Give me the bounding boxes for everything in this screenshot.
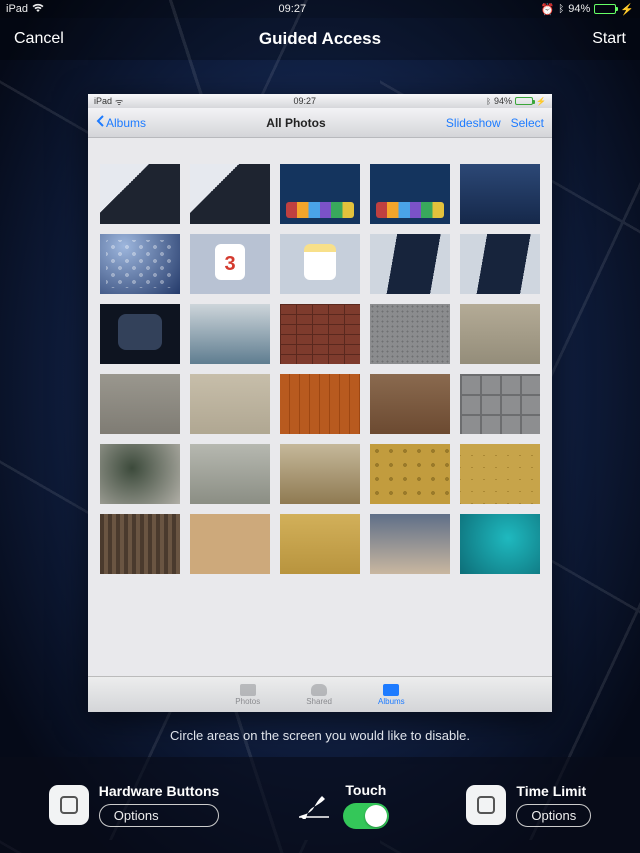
timelimit-label: Time Limit [516,783,591,799]
bottom-control-bar: Hardware Buttons Options Touch Time Limi… [0,757,640,853]
photo-thumbnail[interactable] [190,234,270,294]
charging-icon: ⚡ [620,3,634,16]
home-button-icon [477,796,495,814]
back-label: Albums [106,116,146,130]
touch-toggle[interactable] [343,803,389,829]
preview-tab-bar: Photos Shared Albums [88,676,552,712]
photo-thumbnail[interactable] [190,374,270,434]
photo-thumbnail[interactable] [370,444,450,504]
guided-access-nav: Cancel Guided Access Start [0,18,640,60]
hardware-label: Hardware Buttons [99,783,220,799]
alarm-icon: ⏰ [541,3,555,16]
hardware-buttons-control: Hardware Buttons Options [49,783,220,827]
tab-albums[interactable]: Albums [378,684,405,706]
photo-thumbnail[interactable] [460,164,540,224]
photo-thumbnail[interactable] [280,234,360,294]
timelimit-options-button[interactable]: Options [516,804,591,827]
preview-battery-icon [515,97,533,105]
start-button[interactable]: Start [556,30,626,48]
photo-thumbnail[interactable] [190,304,270,364]
preview-status-bar: iPad ᯤ 09:27 ᛒ 94% ⚡ [88,94,552,108]
photos-icon [240,684,256,696]
photo-thumbnail[interactable] [280,514,360,574]
draw-icon [297,791,331,819]
photo-thumbnail[interactable] [460,374,540,434]
slideshow-button[interactable]: Slideshow [446,116,501,130]
touch-label: Touch [345,782,386,798]
photo-thumbnail[interactable] [370,234,450,294]
tab-shared-label: Shared [306,697,332,706]
photo-thumbnail[interactable] [190,444,270,504]
timelimit-icon-box [466,785,506,825]
back-button[interactable]: Albums [96,115,146,130]
preview-status-time: 09:27 [293,96,316,106]
battery-pct: 94% [568,3,590,15]
wifi-icon [32,3,44,16]
cancel-button[interactable]: Cancel [14,30,84,48]
photo-thumbnail[interactable] [280,374,360,434]
photo-thumbnail[interactable] [370,164,450,224]
photo-thumbnail[interactable] [460,234,540,294]
photo-thumbnail[interactable] [280,304,360,364]
tab-albums-label: Albums [378,697,405,706]
hint-text: Circle areas on the screen you would lik… [0,728,640,743]
hardware-icon-box [49,785,89,825]
preview-wifi-icon: ᯤ [115,95,123,108]
photo-thumbnail[interactable] [190,164,270,224]
preview-nav-bar: Albums All Photos Slideshow Select [88,108,552,138]
photo-thumbnail[interactable] [100,514,180,574]
photo-thumbnail[interactable] [100,304,180,364]
photo-thumbnail[interactable] [370,514,450,574]
select-button[interactable]: Select [511,116,544,130]
albums-icon [383,684,399,696]
bluetooth-icon: ᛒ [558,4,564,15]
photo-thumbnail[interactable] [280,444,360,504]
tab-shared[interactable]: Shared [306,684,332,706]
preview-title: All Photos [266,116,325,130]
tab-photos[interactable]: Photos [235,684,260,706]
preview-device-label: iPad [94,96,112,106]
photo-thumbnail[interactable] [190,514,270,574]
preview-battery-pct: 94% [494,96,512,106]
preview-charging-icon: ⚡ [536,97,546,106]
photo-thumbnail[interactable] [280,164,360,224]
outer-status-bar: iPad 09:27 ⏰ ᛒ 94% ⚡ [0,0,640,18]
time-limit-control: Time Limit Options [466,783,591,827]
photo-thumbnail[interactable] [100,444,180,504]
page-title: Guided Access [259,29,381,49]
home-button-icon [60,796,78,814]
app-preview[interactable]: iPad ᯤ 09:27 ᛒ 94% ⚡ Albums All Photos S… [88,94,552,712]
preview-bluetooth-icon: ᛒ [486,97,491,106]
photo-grid[interactable] [88,164,552,676]
touch-control: Touch [297,782,389,829]
photo-thumbnail[interactable] [370,374,450,434]
photo-thumbnail[interactable] [100,234,180,294]
device-label: iPad [6,3,28,15]
photo-thumbnail[interactable] [460,444,540,504]
chevron-left-icon [96,115,104,130]
photo-thumbnail[interactable] [100,374,180,434]
photo-thumbnail[interactable] [100,164,180,224]
photo-thumbnail[interactable] [370,304,450,364]
hardware-options-button[interactable]: Options [99,804,220,827]
tab-photos-label: Photos [235,697,260,706]
photo-thumbnail[interactable] [460,514,540,574]
cloud-icon [311,684,327,696]
status-time: 09:27 [279,3,307,15]
battery-icon [594,4,616,14]
photo-thumbnail[interactable] [460,304,540,364]
